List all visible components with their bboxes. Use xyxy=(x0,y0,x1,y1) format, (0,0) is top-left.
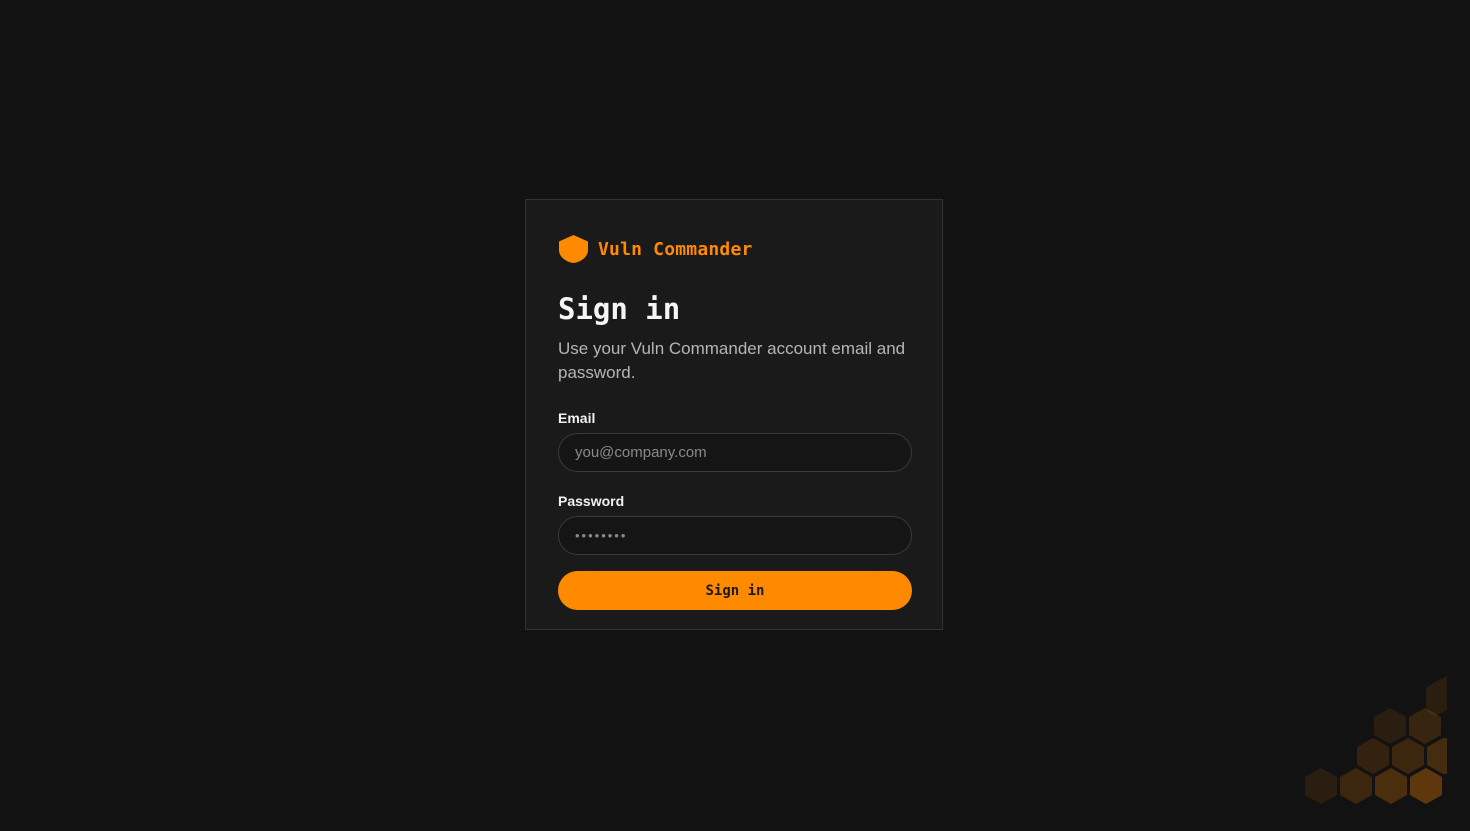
login-page: Vuln Commander Sign in Use your Vuln Com… xyxy=(0,0,1470,831)
hexagon-pattern-icon xyxy=(1305,676,1447,804)
brand-name: Vuln Commander xyxy=(598,238,753,260)
page-subtitle: Use your Vuln Commander account email an… xyxy=(558,339,906,382)
brand: Vuln Commander xyxy=(558,233,910,265)
email-field[interactable] xyxy=(558,433,912,472)
password-label: Password xyxy=(558,493,625,509)
page-title: Sign in xyxy=(558,292,681,326)
password-field[interactable] xyxy=(558,516,912,555)
email-label: Email xyxy=(558,410,596,426)
login-card: Vuln Commander Sign in Use your Vuln Com… xyxy=(525,199,943,630)
shield-icon xyxy=(559,235,588,263)
sign-in-button[interactable]: Sign in xyxy=(558,571,912,610)
